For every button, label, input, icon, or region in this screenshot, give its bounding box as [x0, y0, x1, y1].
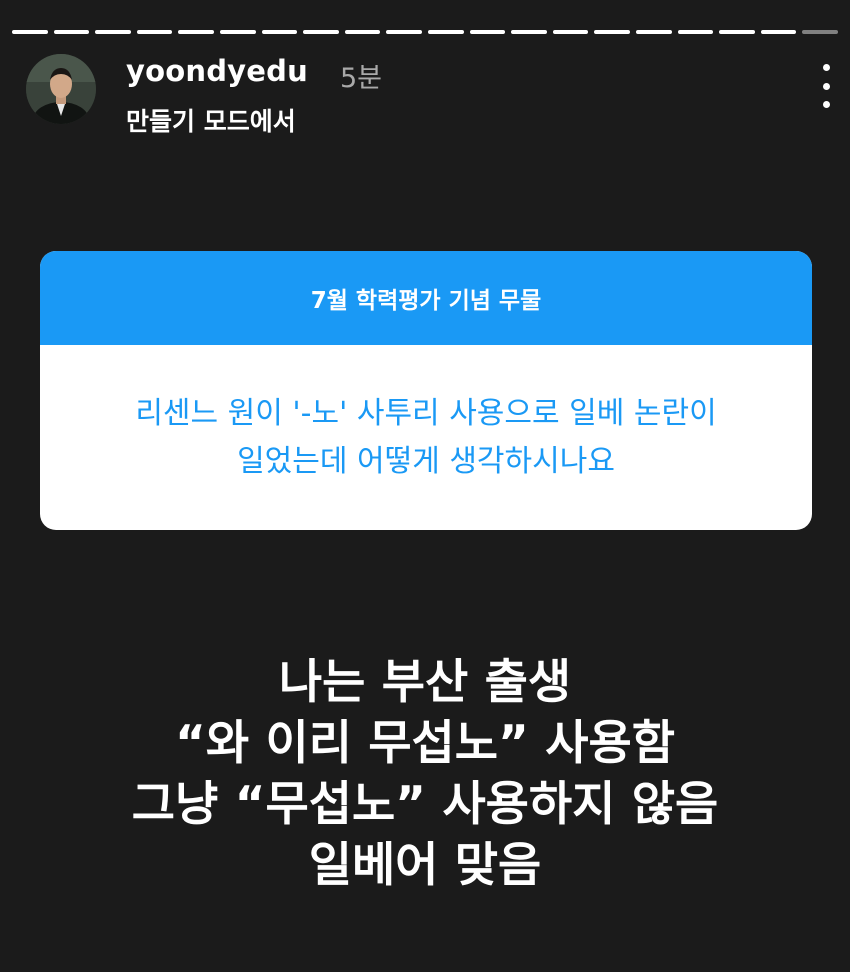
avatar-image: [26, 54, 96, 124]
username[interactable]: yoondyedu: [126, 54, 308, 88]
progress-segment: [386, 30, 422, 34]
progress-segment: [178, 30, 214, 34]
progress-segment: [53, 30, 90, 34]
progress-segment: [802, 30, 838, 34]
progress-segment: [552, 30, 589, 34]
progress-segment: [344, 30, 381, 34]
story-header: yoondyedu 5분 만들기 모드에서: [26, 52, 830, 136]
story-progress-bar: [12, 30, 838, 34]
progress-segment: [219, 30, 256, 34]
progress-segment: [261, 30, 298, 34]
progress-segment: [427, 30, 464, 34]
question-sticker-header: 7월 학력평가 기념 무물: [40, 251, 812, 345]
dot: [822, 64, 830, 71]
timestamp: 5분: [340, 63, 383, 94]
progress-segment: [303, 30, 339, 34]
question-text: 리센느 원이 '-노' 사투리 사용으로 일베 논란이 일었는데 어떻게 생각하…: [135, 390, 716, 486]
progress-segment: [136, 30, 173, 34]
answer-line: 그냥 “무섭노” 사용하지 않음: [131, 777, 719, 832]
progress-segment: [760, 30, 797, 34]
question-sticker: 7월 학력평가 기념 무물 리센느 원이 '-노' 사투리 사용으로 일베 논란…: [40, 251, 812, 530]
progress-segment: [95, 30, 131, 34]
question-sticker-body: 리센느 원이 '-노' 사투리 사용으로 일베 논란이 일었는데 어떻게 생각하…: [40, 345, 812, 530]
progress-segment: [635, 30, 672, 34]
progress-segment: [594, 30, 630, 34]
question-line: 일었는데 어떻게 생각하시나요: [237, 443, 615, 479]
progress-segment: [677, 30, 714, 34]
avatar[interactable]: [26, 54, 96, 124]
answer-line: 일베어 맞음: [308, 838, 542, 893]
answer-line: 나는 부산 출생: [278, 655, 572, 710]
progress-segment: [12, 30, 48, 34]
progress-segment: [719, 30, 755, 34]
answer-text: 나는 부산 출생 “와 이리 무섭노” 사용함 그냥 “무섭노” 사용하지 않음…: [0, 652, 850, 896]
progress-segment: [511, 30, 547, 34]
story-subtitle: 만들기 모드에서: [126, 107, 296, 136]
dot: [822, 82, 830, 90]
more-options-icon[interactable]: [814, 64, 838, 108]
dot: [822, 101, 830, 108]
answer-line: “와 이리 무섭노” 사용함: [174, 716, 676, 771]
progress-segment: [469, 30, 506, 34]
question-line: 리센느 원이 '-노' 사투리 사용으로 일베 논란이: [135, 395, 717, 431]
